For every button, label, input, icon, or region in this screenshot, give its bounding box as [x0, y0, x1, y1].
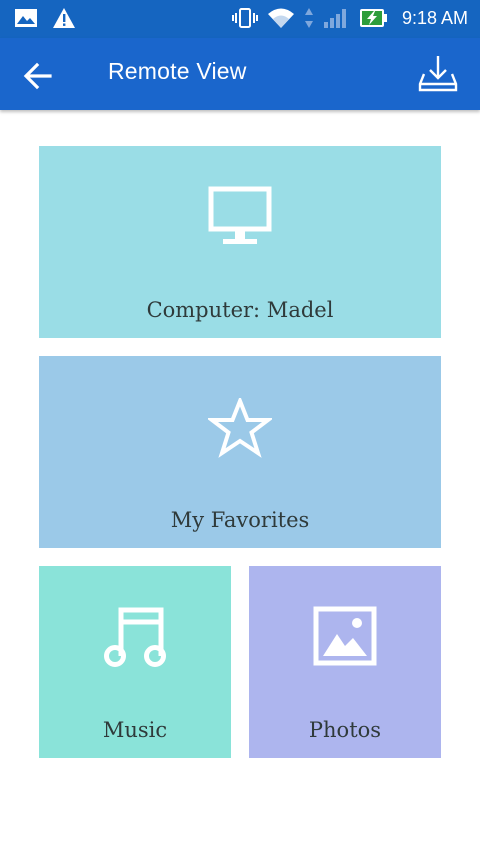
status-time: 9:18 AM [401, 7, 468, 28]
computer-tile-label: Computer: Madel [146, 298, 334, 322]
page-title: Remote View [108, 58, 247, 84]
photos-tile-label: Photos [308, 718, 382, 742]
music-tile-label: Music [102, 718, 168, 742]
app-bar: Remote View [0, 38, 480, 110]
back-arrow-icon[interactable] [22, 60, 54, 92]
photos-tile[interactable]: Photos [249, 566, 441, 758]
signal-icon [323, 9, 346, 28]
star-icon [208, 398, 272, 458]
computer-tile[interactable]: Computer: Madel [39, 146, 441, 338]
music-tile[interactable]: Music [39, 566, 231, 758]
data-arrows-icon [304, 8, 313, 28]
warning-icon [53, 8, 75, 28]
vibrate-icon [231, 8, 258, 28]
download-tray-icon[interactable] [418, 54, 458, 94]
image-notification-icon [15, 9, 37, 27]
favorites-tile[interactable]: My Favorites [39, 356, 441, 548]
music-note-icon [104, 607, 166, 667]
photo-icon [313, 606, 377, 666]
battery-charging-icon [359, 9, 387, 27]
status-bar: 9:18 AM [0, 0, 480, 38]
monitor-icon [208, 186, 272, 244]
favorites-tile-label: My Favorites [170, 508, 310, 532]
wifi-icon [267, 8, 294, 28]
